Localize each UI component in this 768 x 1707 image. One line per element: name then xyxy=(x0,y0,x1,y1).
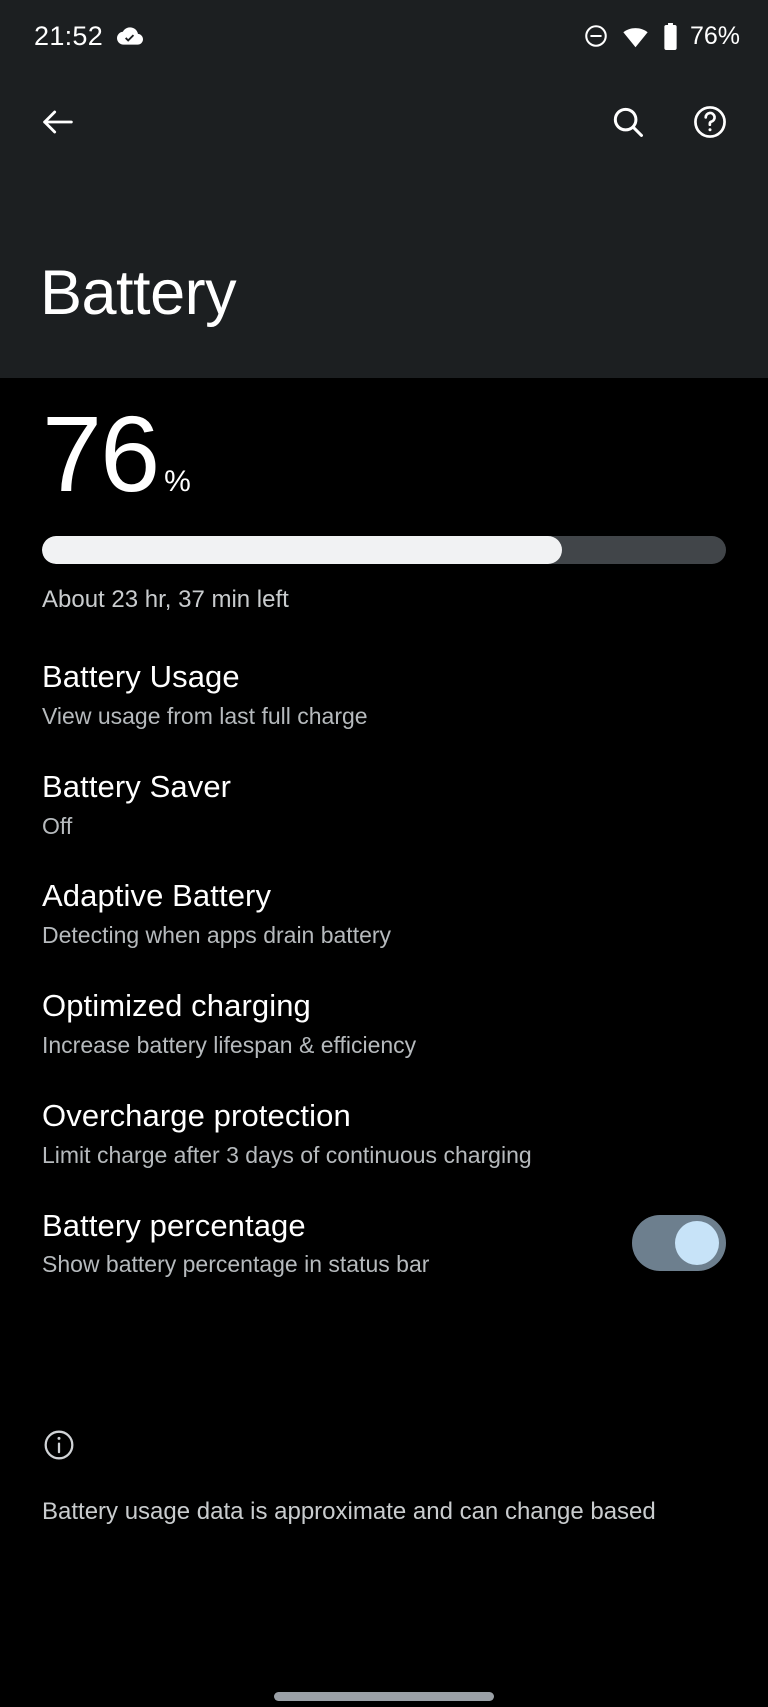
pref-row-overcharge-protection[interactable]: Overcharge protection Limit charge after … xyxy=(0,1079,768,1189)
cloud-check-icon xyxy=(117,23,144,49)
battery-level-block: 76 % About 23 hr, 37 min left xyxy=(0,400,768,614)
back-button[interactable] xyxy=(30,94,86,150)
battery-level-bar xyxy=(42,536,726,564)
pref-row-battery-percentage[interactable]: Battery percentage Show battery percentag… xyxy=(0,1189,768,1299)
pref-summary: Off xyxy=(42,812,73,839)
pref-title: Adaptive Battery xyxy=(42,878,272,914)
status-bar-clock: 21:52 xyxy=(34,20,104,51)
status-bar-battery-percent: 76% xyxy=(689,21,740,50)
battery-settings-content: 76 % About 23 hr, 37 min left Battery Us… xyxy=(0,378,768,1707)
pref-summary: Detecting when apps drain battery xyxy=(42,922,392,949)
home-gesture-pill[interactable] xyxy=(274,1692,494,1701)
battery-level-number: 76 xyxy=(42,393,160,514)
pref-title: Battery Usage xyxy=(42,659,240,694)
battery-preference-list: Battery Usage View usage from last full c… xyxy=(0,640,768,1298)
toggle-thumb xyxy=(675,1221,719,1266)
wifi-icon xyxy=(622,23,649,50)
page-title: Battery xyxy=(40,258,237,328)
pref-texts: Adaptive Battery Detecting when apps drai… xyxy=(42,877,726,951)
pref-summary: View usage from last full charge xyxy=(42,702,368,729)
battery-time-estimate: About 23 hr, 37 min left xyxy=(42,586,289,613)
battery-level-percent-sign: % xyxy=(164,465,191,498)
battery-footer-text: Battery usage data is approximate and ca… xyxy=(42,1498,656,1525)
toggle-battery-percentage[interactable] xyxy=(632,1215,726,1272)
pref-title: Battery Saver xyxy=(42,768,232,804)
pref-title: Overcharge protection xyxy=(42,1097,351,1133)
pref-summary: Show battery percentage in status bar xyxy=(42,1251,430,1278)
search-button[interactable] xyxy=(600,94,656,150)
battery-icon xyxy=(662,22,679,50)
status-bar-left: 21:52 xyxy=(34,20,144,52)
pref-texts: Battery Saver Off xyxy=(42,768,726,842)
pref-texts: Battery Usage View usage from last full c… xyxy=(42,658,726,732)
info-icon xyxy=(42,1428,726,1462)
pref-summary: Increase battery lifespan & efficiency xyxy=(42,1031,417,1058)
battery-level-row: 76 % xyxy=(0,400,768,508)
pref-texts: Optimized charging Increase battery lifes… xyxy=(42,987,726,1061)
pref-row-adaptive-battery[interactable]: Adaptive Battery Detecting when apps drai… xyxy=(0,859,768,969)
do-not-disturb-icon xyxy=(583,23,609,49)
pref-texts: Overcharge protection Limit charge after … xyxy=(42,1097,726,1171)
pref-row-battery-usage[interactable]: Battery Usage View usage from last full c… xyxy=(0,640,768,750)
status-bar: 21:52 76% xyxy=(0,0,768,72)
pref-title: Battery percentage xyxy=(42,1207,306,1243)
pref-title: Optimized charging xyxy=(42,988,311,1024)
help-button[interactable] xyxy=(682,94,738,150)
pref-summary: Limit charge after 3 days of continuous … xyxy=(42,1141,532,1168)
status-bar-right: 76% xyxy=(583,22,740,51)
pref-row-battery-saver[interactable]: Battery Saver Off xyxy=(0,750,768,860)
app-bar-actions xyxy=(0,72,768,172)
help-icon xyxy=(691,103,729,141)
pref-texts: Battery percentage Show battery percentag… xyxy=(42,1207,612,1281)
pref-row-optimized-charging[interactable]: Optimized charging Increase battery lifes… xyxy=(0,969,768,1079)
battery-level-bar-fill xyxy=(42,536,562,564)
battery-footer-info: Battery usage data is approximate and ca… xyxy=(0,1428,768,1528)
search-icon xyxy=(609,103,647,141)
app-bar: Battery xyxy=(0,72,768,378)
back-arrow-icon xyxy=(38,102,78,142)
